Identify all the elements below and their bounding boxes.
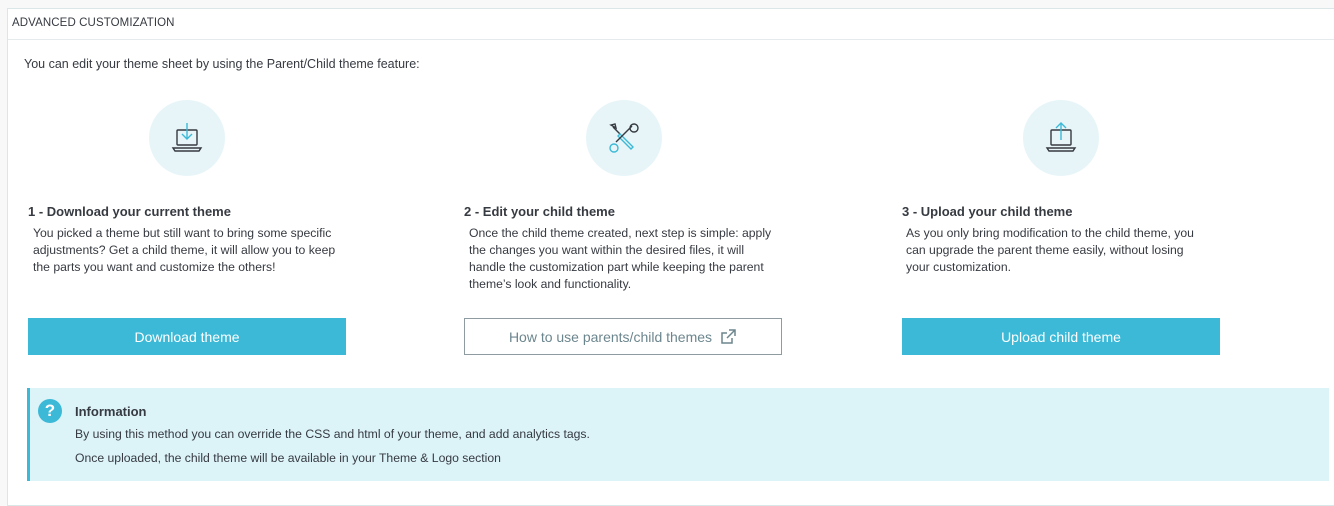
tools-icon: [586, 100, 662, 176]
step-title: 3 - Upload your child theme: [902, 204, 1073, 219]
step-title: 1 - Download your current theme: [28, 204, 231, 219]
info-line: By using this method you can override th…: [75, 427, 590, 441]
how-to-use-child-themes-link[interactable]: How to use parents/child themes: [464, 318, 782, 355]
external-link-icon: [721, 329, 736, 344]
upload-child-theme-button[interactable]: Upload child theme: [902, 318, 1220, 355]
button-label: How to use parents/child themes: [508, 328, 713, 345]
info-line: Once uploaded, the child theme will be a…: [75, 451, 501, 465]
question-circle-icon: ?: [38, 399, 62, 423]
intro-text: You can edit your theme sheet by using t…: [24, 57, 420, 71]
upload-laptop-icon: [1023, 100, 1099, 176]
step-title: 2 - Edit your child theme: [464, 204, 615, 219]
panel-title: ADVANCED CUSTOMIZATION: [8, 9, 1334, 40]
download-laptop-icon: [149, 100, 225, 176]
info-title: Information: [75, 404, 147, 419]
advanced-customization-panel: ADVANCED CUSTOMIZATION You can edit your…: [7, 8, 1334, 506]
step-description: You picked a theme but still want to bri…: [33, 226, 336, 274]
download-theme-button[interactable]: Download theme: [28, 318, 346, 355]
step-description: Once the child theme created, next step …: [469, 226, 772, 291]
step-description: As you only bring modification to the ch…: [906, 226, 1194, 274]
information-alert: ? Information By using this method you c…: [27, 388, 1329, 481]
